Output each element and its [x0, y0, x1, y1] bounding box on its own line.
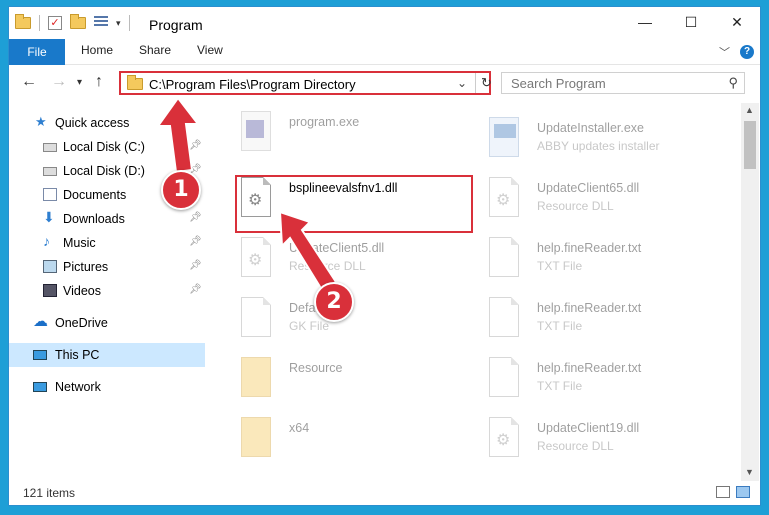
annotation-arrows	[156, 96, 338, 292]
step-2-badge: 2	[314, 282, 354, 322]
step-1-badge: 1	[161, 170, 201, 210]
arrow-1-icon	[156, 96, 201, 174]
arrow-2-icon	[278, 210, 338, 292]
